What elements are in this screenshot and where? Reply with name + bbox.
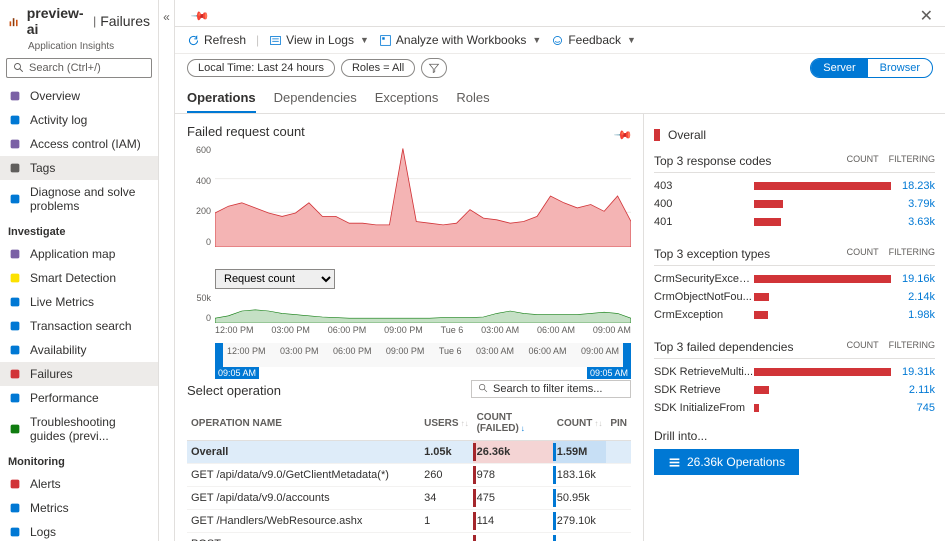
bar-row[interactable]: 40318.23k	[654, 177, 935, 195]
tab-operations[interactable]: Operations	[187, 82, 256, 113]
sidebar-collapse-toggle[interactable]: «	[159, 0, 175, 541]
tab-roles[interactable]: Roles	[456, 82, 489, 113]
bar-row[interactable]: SDK InitializeFrom745	[654, 399, 935, 417]
bar-row[interactable]: CrmObjectNotFou...2.14k	[654, 288, 935, 306]
feedback-button[interactable]: Feedback▼	[551, 33, 636, 47]
gauge-icon	[8, 391, 22, 405]
col-users[interactable]: USERS↑↓	[420, 406, 472, 441]
sidebar-item-alerts[interactable]: Alerts	[0, 472, 158, 496]
bulb-icon	[8, 271, 22, 285]
chart-metric-select[interactable]: Request count	[215, 269, 335, 289]
search-icon	[13, 62, 25, 74]
sidebar-item-troubleshooting-guides-previ-[interactable]: Troubleshooting guides (previ...	[0, 410, 158, 448]
operations-table: OPERATION NAME USERS↑↓ COUNT (FAILED)↓ C…	[187, 406, 631, 541]
page-title: Failures	[100, 13, 150, 29]
log-icon	[8, 113, 22, 127]
book-icon	[8, 422, 22, 436]
pin-icon[interactable]: 📌	[190, 6, 210, 26]
sidebar-item-failures[interactable]: Failures	[0, 362, 158, 386]
table-row[interactable]: Overall1.05k26.36k1.59M	[187, 441, 631, 464]
operations-title: Select operation	[187, 383, 281, 398]
operations-filter-input[interactable]: Search to filter items...	[471, 380, 631, 398]
bar-row[interactable]: CrmSecurityExcept...19.16k	[654, 270, 935, 288]
sidebar-item-overview[interactable]: Overview	[0, 84, 158, 108]
tag-icon	[8, 161, 22, 175]
col-pin[interactable]: PIN	[606, 406, 631, 441]
time-brush[interactable]: 12:00 PM03:00 PM06:00 PM09:00 PMTue 603:…	[215, 343, 631, 367]
sidebar-item-application-map[interactable]: Application map	[0, 242, 158, 266]
brush-time-right: 09:05 AM	[587, 367, 631, 379]
alert-icon	[8, 477, 22, 491]
col-count[interactable]: COUNT↑↓	[553, 406, 607, 441]
chart-x-axis: 12:00 PM03:00 PM06:00 PM09:00 PMTue 603:…	[215, 325, 631, 341]
add-filter-button[interactable]	[421, 58, 447, 78]
roles-filter[interactable]: Roles = All	[341, 59, 415, 77]
analyze-workbooks-button[interactable]: Analyze with Workbooks▼	[379, 33, 541, 47]
sidebar-item-diagnose-and-solve-problems[interactable]: Diagnose and solve problems	[0, 180, 158, 218]
bar-row[interactable]: 4003.79k	[654, 195, 935, 213]
search-icon	[8, 319, 22, 333]
sidebar-section-investigate: Investigate	[0, 218, 158, 242]
table-row[interactable]: GET /Handlers/WebResource.ashx1114279.10…	[187, 510, 631, 533]
sidebar-item-metrics[interactable]: Metrics	[0, 496, 158, 520]
panel-response-codes: Top 3 response codesCOUNTFILTERING40318.…	[654, 150, 935, 231]
failed-request-chart[interactable]	[215, 145, 631, 247]
request-count-chart[interactable]	[215, 293, 631, 323]
server-browser-toggle[interactable]: Server Browser	[810, 58, 933, 78]
metrics-icon	[8, 501, 22, 515]
sidebar-section-monitoring: Monitoring	[0, 448, 158, 472]
view-in-logs-button[interactable]: View in Logs▼	[269, 33, 369, 47]
chart-title: Failed request count	[187, 124, 305, 139]
sidebar-item-smart-detection[interactable]: Smart Detection	[0, 266, 158, 290]
chart-pin-icon[interactable]: 📌	[613, 124, 633, 144]
overall-summary: Overall	[654, 124, 935, 150]
chart2-y-axis: 50k0	[187, 293, 211, 323]
chart-y-axis: 6004002000	[187, 145, 211, 247]
brush-handle-left[interactable]	[215, 343, 223, 367]
resource-type: Application Insights	[0, 41, 158, 52]
globe-icon	[8, 89, 22, 103]
logs-icon	[8, 525, 22, 539]
drill-into-label: Drill into...	[654, 429, 935, 443]
sidebar-item-availability[interactable]: Availability	[0, 338, 158, 362]
table-row[interactable]: GET /api/data/v9.0/accounts3447550.95k	[187, 487, 631, 510]
sidebar-item-logs[interactable]: Logs	[0, 520, 158, 541]
close-button[interactable]: ✕	[920, 6, 933, 26]
heart-icon	[8, 343, 22, 357]
toggle-server[interactable]: Server	[811, 59, 867, 77]
sidebar-item-tags[interactable]: Tags	[0, 156, 158, 180]
col-count-failed[interactable]: COUNT (FAILED)↓	[473, 406, 553, 441]
toggle-browser[interactable]: Browser	[868, 59, 932, 77]
refresh-button[interactable]: Refresh	[187, 33, 246, 47]
tab-exceptions[interactable]: Exceptions	[375, 82, 439, 113]
drill-into-button[interactable]: 26.36k Operations	[654, 449, 799, 475]
sidebar-item-live-metrics[interactable]: Live Metrics	[0, 290, 158, 314]
sidebar-item-access-control-iam-[interactable]: Access control (IAM)	[0, 132, 158, 156]
bar-row[interactable]: CrmException1.98k	[654, 306, 935, 324]
sidebar-item-transaction-search[interactable]: Transaction search	[0, 314, 158, 338]
panel-failed-deps: Top 3 failed dependenciesCOUNTFILTERINGS…	[654, 336, 935, 417]
brush-handle-right[interactable]	[623, 343, 631, 367]
resource-name: preview-ai	[27, 5, 89, 37]
bar-row[interactable]: 4013.63k	[654, 213, 935, 231]
map-icon	[8, 247, 22, 261]
col-operation-name[interactable]: OPERATION NAME	[187, 406, 420, 441]
appinsights-logo-icon	[8, 14, 21, 28]
fail-icon	[8, 367, 22, 381]
sidebar-search-input[interactable]: Search (Ctrl+/)	[6, 58, 152, 78]
users-icon	[8, 137, 22, 151]
wrench-icon	[8, 192, 22, 206]
bar-row[interactable]: SDK RetrieveMulti...19.31k	[654, 363, 935, 381]
bar-row[interactable]: SDK Retrieve2.11k	[654, 381, 935, 399]
time-range-filter[interactable]: Local Time: Last 24 hours	[187, 59, 335, 77]
pulse-icon	[8, 295, 22, 309]
table-row[interactable]: POST /XRMServices/2011/Organization.svc/…	[187, 533, 631, 541]
panel-exception-types: Top 3 exception typesCOUNTFILTERINGCrmSe…	[654, 243, 935, 324]
sidebar-item-activity-log[interactable]: Activity log	[0, 108, 158, 132]
tab-dependencies[interactable]: Dependencies	[274, 82, 357, 113]
sidebar-item-performance[interactable]: Performance	[0, 386, 158, 410]
brush-time-left: 09:05 AM	[215, 367, 259, 379]
table-row[interactable]: GET /api/data/v9.0/GetClientMetadata(*)2…	[187, 464, 631, 487]
